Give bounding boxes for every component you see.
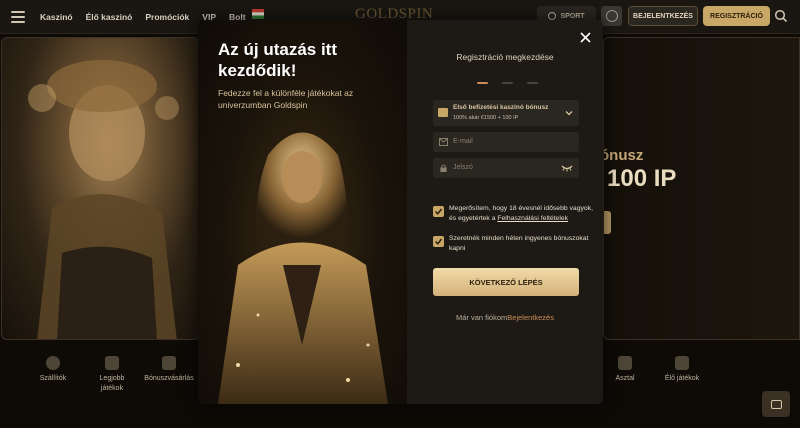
gift-icon	[438, 108, 448, 117]
sport-label: SPORT	[560, 12, 585, 20]
age-terms-text: Megerősítem, hogy 18 évesnél idősebb vag…	[449, 205, 593, 222]
bonus-detail: 100% akár €1500 + 100 IP	[453, 115, 519, 121]
money-bag-icon	[162, 356, 176, 370]
promo-text: Szeretnék minden héten ingyenes bónuszok…	[449, 235, 589, 252]
sport-ball-icon	[548, 12, 557, 20]
hero-banner-image	[1, 37, 199, 340]
bonus-select[interactable]: Első befizetési kaszinó bónusz 100% akár…	[433, 100, 579, 126]
mail-icon	[439, 138, 448, 146]
chat-bubble-icon	[770, 399, 782, 409]
brand-avatar[interactable]	[601, 6, 622, 26]
checkmark-icon	[434, 208, 443, 215]
register-button[interactable]: REGISZTRÁCIÓ	[703, 6, 770, 26]
gift-icon	[675, 356, 689, 370]
checkmark-icon	[434, 238, 443, 245]
category-bonus-buy[interactable]: Bónuszvásárlás	[134, 356, 204, 384]
step-indicator	[477, 82, 538, 84]
diamond-icon	[105, 356, 119, 370]
login-link[interactable]: Bejelentkezés	[507, 313, 554, 322]
close-icon[interactable]	[579, 31, 592, 44]
login-button[interactable]: BEJELENTKEZÉS	[628, 6, 698, 26]
hero-bonus-title: ónusz	[603, 147, 644, 164]
chevron-down-icon	[565, 111, 573, 116]
shop-flag-icon	[251, 8, 264, 19]
category-label: Élő játékok	[664, 375, 700, 382]
chat-button[interactable]	[762, 391, 790, 417]
eye-closed-icon[interactable]	[561, 164, 573, 172]
nav-link-promotions[interactable]: Promóciók	[145, 12, 189, 22]
password-placeholder: Jelszó	[453, 164, 473, 171]
registration-form-panel: Regisztráció megkezdése Első befizetési …	[407, 20, 603, 404]
age-terms-checkbox-row: Megerősítem, hogy 18 évesnél idősebb vag…	[433, 204, 593, 224]
category-live-games[interactable]: Élő játékok	[647, 356, 717, 384]
brand-emblem-icon	[605, 10, 618, 22]
category-label: Szállítók	[39, 375, 67, 382]
category-label: Legjobb játékok	[99, 375, 125, 392]
email-field[interactable]: E-mail	[433, 132, 579, 152]
have-account-line: Már van fiókomBejelentkezés	[456, 313, 554, 322]
form-title: Regisztráció megkezdése	[456, 52, 554, 62]
age-terms-checkbox[interactable]	[433, 206, 444, 217]
category-label: Bónuszvásárlás	[144, 375, 194, 382]
promo-checkbox-row: Szeretnék minden héten ingyenes bónuszok…	[433, 234, 593, 254]
next-step-button[interactable]: KÖVETKEZŐ LÉPÉS	[433, 268, 579, 296]
golden-model-illustration	[218, 132, 388, 404]
lock-icon	[440, 164, 447, 172]
step-dot-2	[502, 82, 513, 84]
step-dot-1	[477, 82, 488, 84]
modal-promo-panel: Az új utazás itt kezdődik! Fedezze fel a…	[198, 20, 407, 404]
terms-link[interactable]: Felhasználási feltételek	[497, 215, 568, 222]
globe-icon	[46, 356, 60, 370]
email-placeholder: E-mail	[453, 138, 473, 145]
promo-checkbox[interactable]	[433, 236, 444, 247]
password-field[interactable]: Jelszó	[433, 158, 579, 178]
step-dot-3	[527, 82, 538, 84]
hero-bonus-amount: 100 IP	[607, 165, 677, 192]
nav-link-live-casino[interactable]: Élő kaszinó	[86, 12, 133, 22]
category-label: Asztal	[615, 375, 635, 382]
table-icon	[618, 356, 632, 370]
hero-cta-button[interactable]	[604, 211, 611, 234]
registration-modal: Az új utazás itt kezdődik! Fedezze fel a…	[198, 20, 603, 404]
modal-title: Az új utazás itt kezdődik!	[218, 40, 338, 80]
hero-banner-right: ónusz 100 IP	[603, 37, 800, 340]
modal-subtitle: Fedezze fel a különféle játékokat az uni…	[218, 88, 354, 110]
bonus-title: Első befizetési kaszinó bónusz	[453, 104, 549, 111]
search-icon[interactable]	[774, 9, 788, 23]
menu-icon[interactable]	[11, 10, 25, 23]
golden-woman-illustration	[28, 60, 179, 339]
nav-link-casino[interactable]: Kaszinó	[40, 12, 73, 22]
